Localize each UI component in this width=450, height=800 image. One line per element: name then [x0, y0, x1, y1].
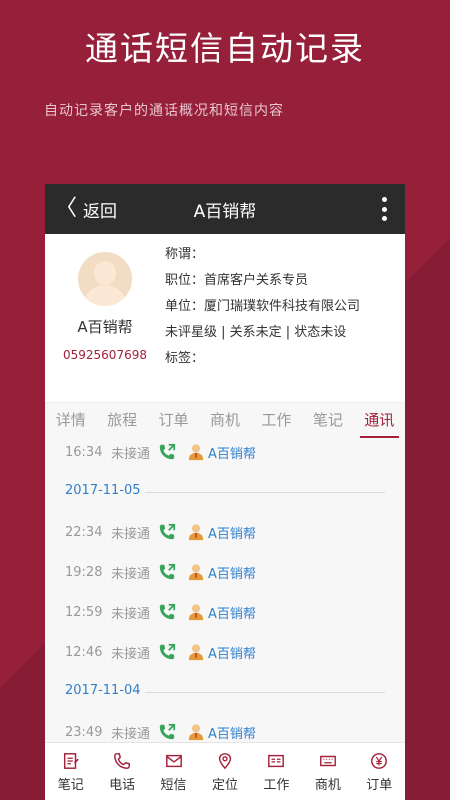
tab-bar: 详情 旅程 订单 商机 工作 笔记 通讯: [45, 402, 405, 440]
nav-label: 商机: [314, 778, 341, 793]
nav-notes[interactable]: 笔记: [45, 743, 96, 800]
call-log-row[interactable]: 22:34 未接通 A百销帮: [45, 512, 405, 552]
nav-label: 工作: [263, 778, 290, 793]
mail-icon: [165, 754, 182, 768]
nav-label: 电话: [109, 778, 136, 793]
call-status: 未接通: [111, 646, 151, 662]
date-separator: 2017-11-04: [45, 672, 405, 712]
date-separator: 2017-11-05: [45, 472, 405, 512]
contact-link[interactable]: A百销帮: [208, 443, 256, 462]
contact-link[interactable]: A百销帮: [208, 643, 256, 662]
divider: [145, 492, 385, 493]
tab-opportunities[interactable]: 商机: [199, 403, 250, 440]
phone-call-icon: [159, 643, 176, 660]
call-time: 12:46: [65, 644, 103, 660]
tab-details[interactable]: 详情: [45, 403, 96, 440]
tab-notes[interactable]: 笔记: [302, 403, 353, 440]
contact-icon: [188, 444, 204, 461]
call-log-row[interactable]: 12:46 未接通 A百销帮: [45, 632, 405, 672]
tab-work[interactable]: 工作: [251, 403, 302, 440]
phone-call-icon: [159, 723, 176, 740]
date-label: 2017-11-05: [65, 483, 141, 498]
contact-link[interactable]: A百销帮: [208, 723, 256, 742]
divider: [145, 692, 385, 693]
contact-icon: [188, 524, 204, 541]
promo-subtitle: 自动记录客户的通话概况和短信内容: [44, 103, 284, 119]
contact-icon: [188, 564, 204, 581]
call-status: 未接通: [111, 606, 151, 622]
contact-link[interactable]: A百销帮: [208, 603, 256, 622]
nav-sms[interactable]: 短信: [148, 743, 199, 800]
nav-label: 定位: [211, 778, 238, 793]
nav-label: 订单: [366, 778, 393, 793]
keyboard-icon: [319, 755, 336, 767]
call-time: 12:59: [65, 604, 103, 620]
contact-phone[interactable]: 05925607698: [45, 348, 165, 362]
yen-icon: [371, 753, 388, 769]
contact-icon: [188, 604, 204, 621]
phone-call-icon: [159, 443, 176, 460]
call-status: 未接通: [111, 526, 151, 542]
field-title: 称谓：: [165, 247, 205, 262]
contact-icon: [188, 724, 204, 741]
call-time: 16:34: [65, 444, 103, 460]
phone-call-icon: [159, 603, 176, 620]
contact-link[interactable]: A百销帮: [208, 563, 256, 582]
call-log-row[interactable]: 12:59 未接通 A百销帮: [45, 592, 405, 632]
nav-location[interactable]: 定位: [199, 743, 250, 800]
nav-label: 笔记: [57, 778, 84, 793]
call-status: 未接通: [111, 726, 151, 742]
page-title: A百销帮: [193, 201, 257, 222]
app-screen: 〈 返回 A百销帮 称谓： 职位：首席客户关系专员 单位：厦门瑞璞软件科技有限公…: [45, 184, 405, 800]
field-tags[interactable]: 标签：: [165, 346, 360, 372]
call-status: 未接通: [111, 446, 151, 462]
contact-name: A百销帮: [77, 318, 133, 336]
phone-call-icon: [159, 523, 176, 540]
call-log-row[interactable]: 23:49 未接通 A百销帮: [45, 712, 405, 742]
avatar[interactable]: [78, 252, 132, 306]
call-log-row[interactable]: 16:34 未接通 A百销帮: [45, 440, 405, 472]
phone-call-icon: [159, 563, 176, 580]
call-time: 19:28: [65, 564, 103, 580]
app-bar: 〈 返回 A百销帮: [45, 184, 405, 234]
contact-link[interactable]: A百销帮: [208, 523, 256, 542]
date-label: 2017-11-04: [65, 683, 141, 698]
promo-title: 通话短信自动记录: [85, 29, 365, 68]
field-status[interactable]: 未评星级 | 关系未定 | 状态未设: [165, 320, 360, 346]
call-log-list[interactable]: 16:34 未接通 A百销帮 2017-11-05 22:34 未接通 A百销帮…: [45, 440, 405, 742]
tab-orders[interactable]: 订单: [148, 403, 199, 440]
nav-phone[interactable]: 电话: [96, 743, 147, 800]
more-vertical-icon[interactable]: [381, 197, 387, 221]
contact-icon: [188, 644, 204, 661]
nav-orders[interactable]: 订单: [354, 743, 405, 800]
work-icon: [268, 754, 285, 768]
call-status: 未接通: [111, 566, 151, 582]
phone-icon: [114, 753, 131, 769]
note-icon: [63, 753, 79, 769]
field-position: 职位：首席客户关系专员: [165, 273, 309, 288]
call-time: 23:49: [65, 724, 103, 740]
profile-info: 称谓： 职位：首席客户关系专员 单位：厦门瑞璞软件科技有限公司 未评星级 | 关…: [165, 242, 360, 372]
field-company: 单位：厦门瑞璞软件科技有限公司: [165, 299, 361, 314]
nav-opportunity[interactable]: 商机: [302, 743, 353, 800]
nav-work[interactable]: 工作: [251, 743, 302, 800]
tab-journey[interactable]: 旅程: [96, 403, 147, 440]
bottom-nav: 笔记 电话 短信 定位 工作 商机 订单: [45, 742, 405, 800]
call-time: 22:34: [65, 524, 103, 540]
nav-label: 短信: [160, 778, 187, 793]
location-icon: [218, 753, 232, 770]
tab-communication[interactable]: 通讯: [354, 403, 405, 440]
call-log-row[interactable]: 19:28 未接通 A百销帮: [45, 552, 405, 592]
